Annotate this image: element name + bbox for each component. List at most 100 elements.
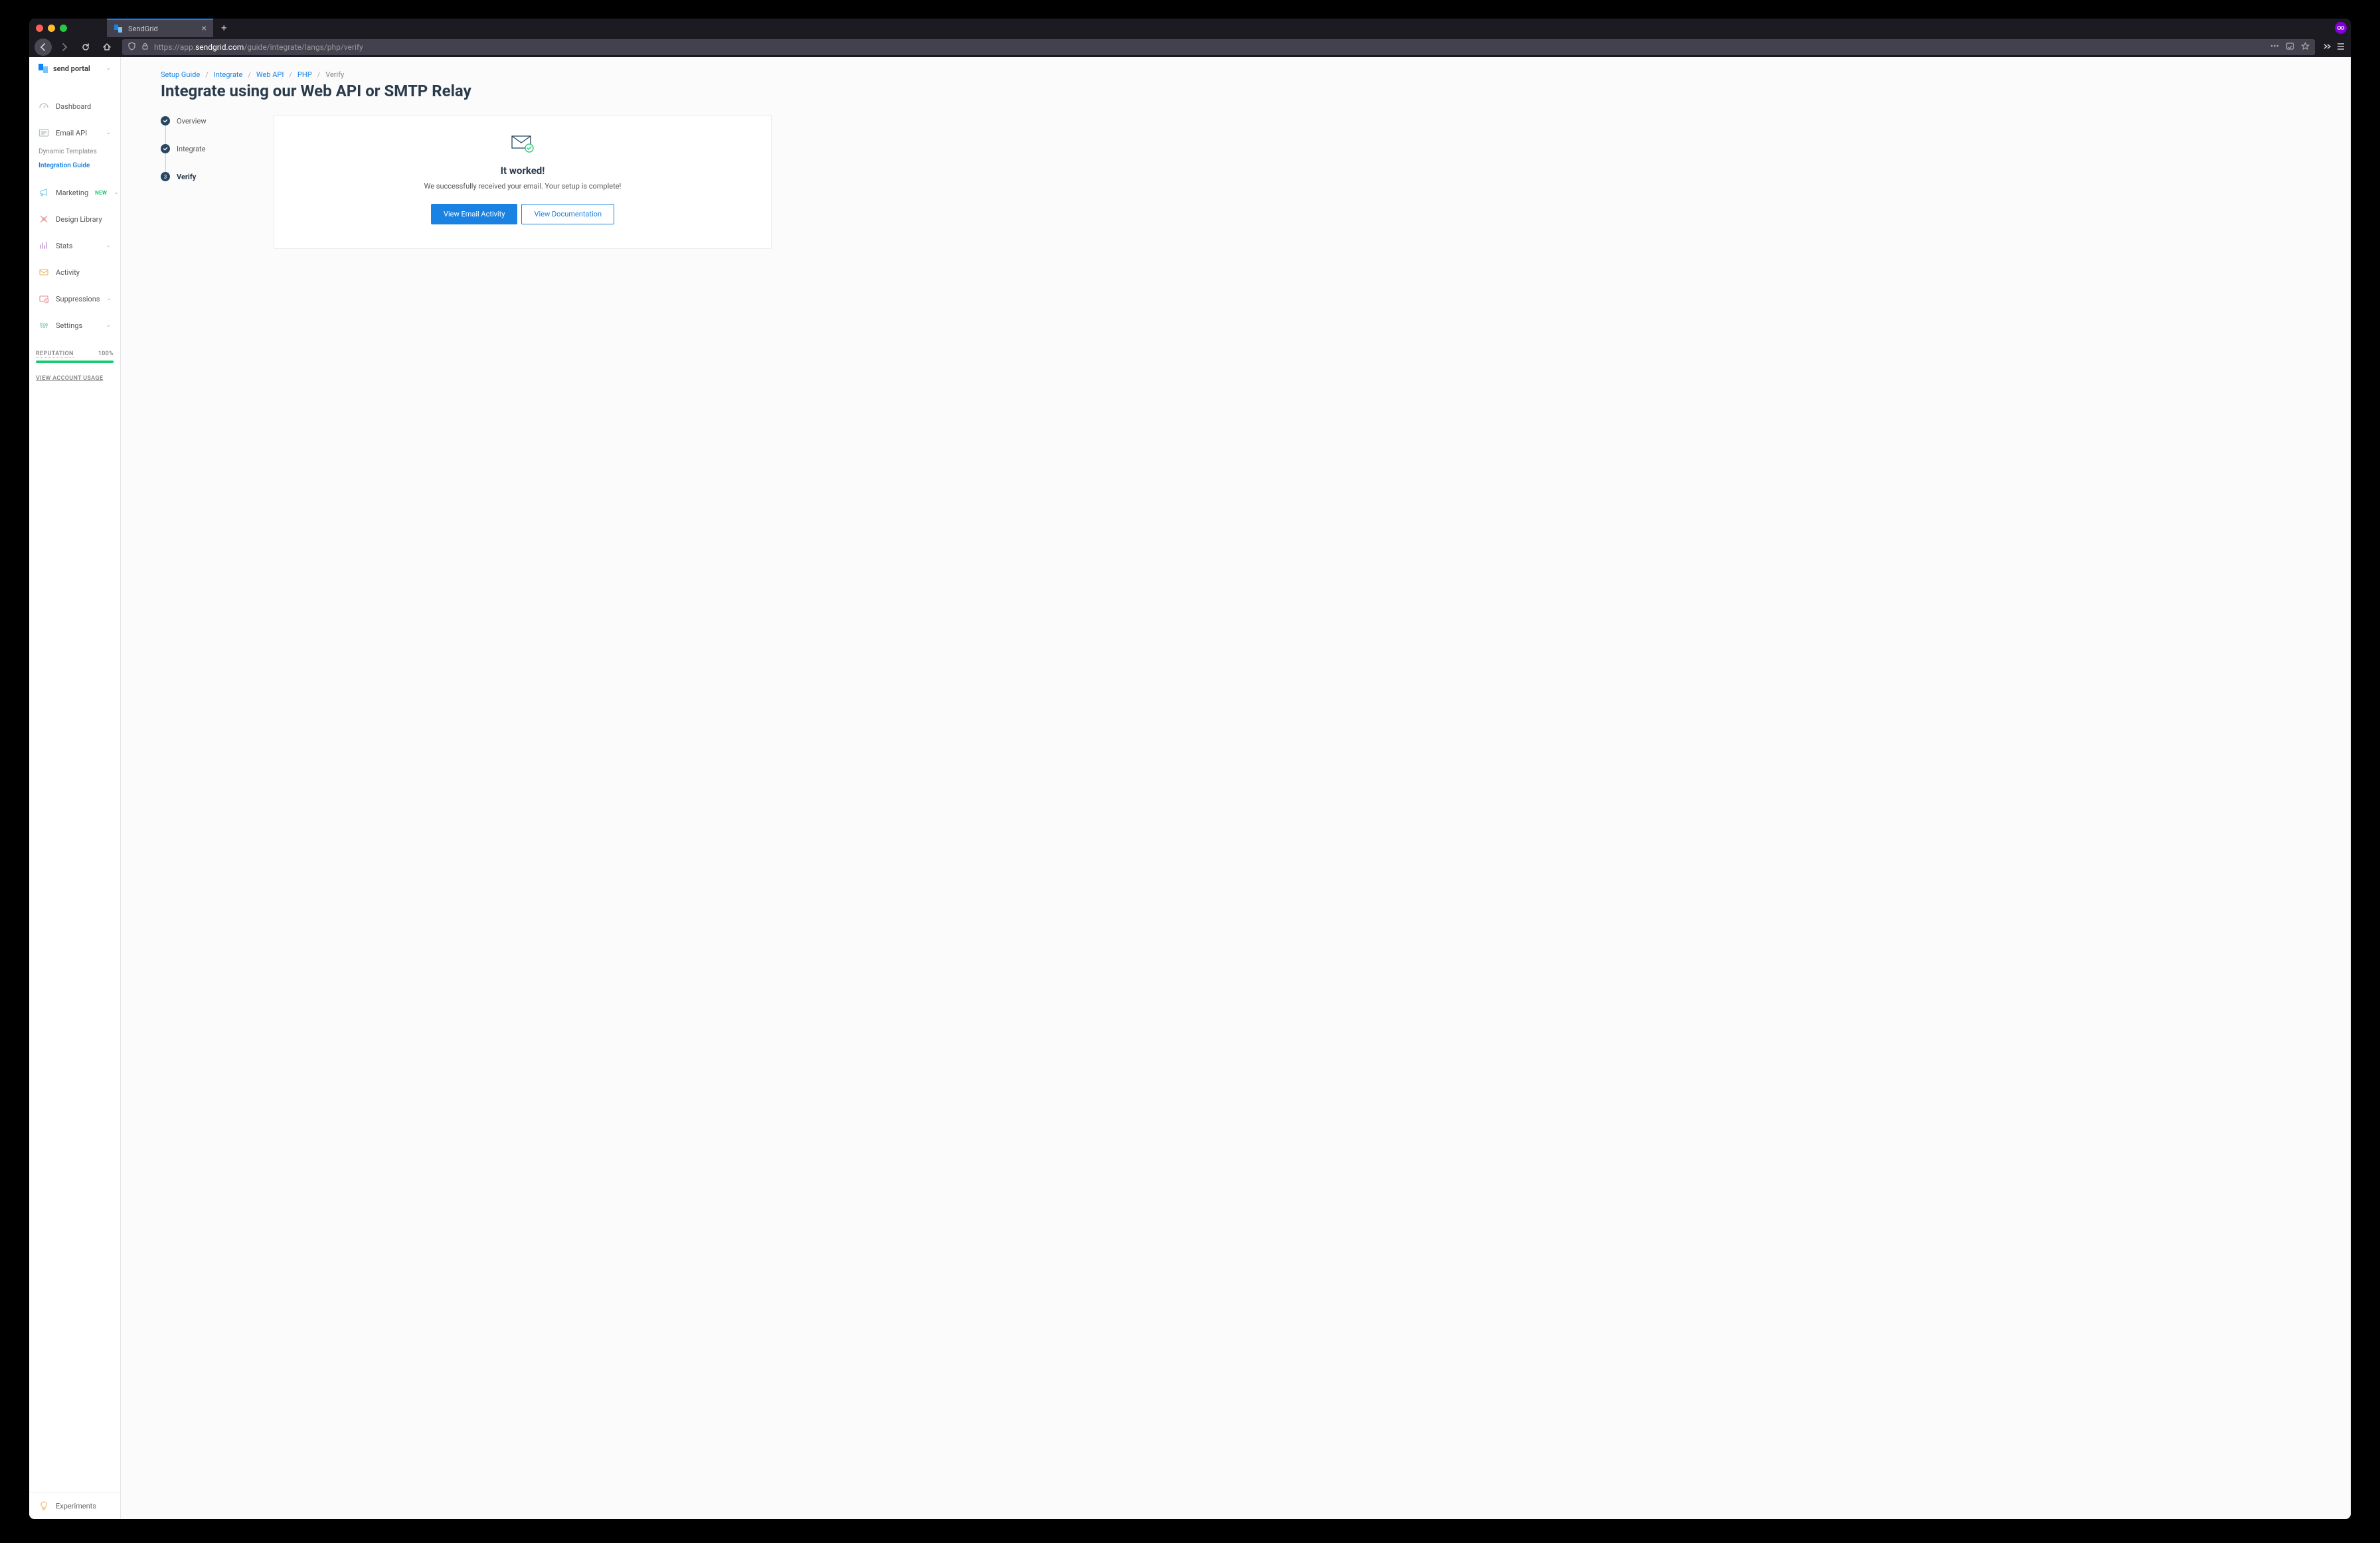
suppressions-icon [39, 293, 49, 304]
step-check-icon [161, 116, 170, 125]
chevron-down-icon: ⌄ [106, 65, 111, 72]
breadcrumb-separator: / [317, 70, 321, 79]
email-api-icon [39, 127, 49, 138]
reputation-label: REPUTATION [36, 351, 74, 358]
reputation-meter: REPUTATION 100% [36, 351, 114, 363]
reputation-value: 100% [98, 351, 114, 358]
nav-design-library[interactable]: Design Library [29, 206, 120, 232]
browser-tab[interactable]: SendGrid × [107, 19, 213, 37]
sidebar: send portal ⌄ Dashboard Email API ⌄ [29, 57, 121, 1519]
activity-icon [39, 267, 49, 278]
forward-button[interactable] [56, 39, 73, 56]
url-prefix: https://app. [154, 42, 195, 52]
nav-section: Dashboard Email API ⌄ Dynamic Templates … [29, 93, 120, 339]
breadcrumb-php[interactable]: PHP [298, 70, 312, 79]
browser-window: SendGrid × + https: [29, 19, 2351, 1519]
nav-suppressions[interactable]: Suppressions ⌄ [29, 285, 120, 312]
reader-icon[interactable] [2286, 42, 2294, 53]
breadcrumb-setup-guide[interactable]: Setup Guide [161, 70, 200, 79]
nav-stats[interactable]: Stats ⌄ [29, 232, 120, 259]
breadcrumb-web-api[interactable]: Web API [256, 70, 284, 79]
breadcrumb-separator: / [289, 70, 292, 79]
tab-close-icon[interactable]: × [202, 23, 207, 34]
email-api-subitems: Dynamic Templates Integration Guide [29, 146, 120, 179]
main-content: Setup Guide / Integrate / Web API / PHP … [121, 57, 2351, 1519]
chevron-down-icon: ⌄ [106, 322, 111, 329]
nav-marketing[interactable]: Marketing NEW ⌄ [29, 179, 120, 206]
tracking-shield-icon[interactable] [128, 42, 136, 52]
breadcrumb-integrate[interactable]: Integrate [214, 70, 243, 79]
home-button[interactable] [98, 39, 116, 56]
overflow-icon[interactable] [2322, 41, 2331, 54]
url-text: https://app.sendgrid.com/guide/integrate… [154, 42, 363, 52]
bookmark-icon[interactable] [2301, 42, 2310, 53]
lightbulb-icon [39, 1501, 49, 1511]
window-maximize-button[interactable] [60, 25, 67, 32]
nav-settings-label: Settings [56, 321, 99, 330]
incognito-icon [2335, 22, 2347, 34]
url-bar[interactable]: https://app.sendgrid.com/guide/integrate… [122, 39, 2315, 55]
breadcrumb: Setup Guide / Integrate / Web API / PHP … [161, 70, 2311, 79]
window-close-button[interactable] [36, 25, 43, 32]
view-documentation-button[interactable]: View Documentation [521, 204, 614, 224]
nav-stats-label: Stats [56, 242, 99, 250]
nav-experiments-label: Experiments [56, 1502, 96, 1510]
org-selector[interactable]: send portal ⌄ [29, 57, 120, 77]
breadcrumb-current: Verify [325, 70, 344, 79]
url-actions: ••• [2270, 42, 2310, 53]
toolbar-right [2322, 41, 2345, 54]
step-integrate-label: Integrate [177, 145, 206, 153]
reload-button[interactable] [77, 39, 94, 56]
org-name: send portal [53, 64, 100, 73]
back-button[interactable] [35, 39, 52, 56]
chevron-down-icon: ⌄ [114, 189, 119, 196]
lock-icon[interactable] [141, 42, 149, 52]
chevron-down-icon: ⌄ [106, 295, 112, 302]
card-description: We successfully received your email. You… [424, 182, 622, 191]
nav-activity-label: Activity [56, 268, 111, 277]
view-account-usage-link[interactable]: VIEW ACCOUNT USAGE [36, 375, 114, 382]
view-email-activity-button[interactable]: View Email Activity [431, 204, 517, 224]
new-tab-button[interactable]: + [221, 22, 227, 34]
nav-experiments[interactable]: Experiments [29, 1492, 120, 1519]
dashboard-icon [39, 101, 49, 112]
url-path: /guide/integrate/langs/php/verify [244, 42, 363, 52]
window-controls [36, 25, 67, 32]
chevron-down-icon: ⌄ [106, 242, 111, 249]
nav-marketing-label: Marketing [56, 189, 88, 197]
new-badge: NEW [95, 190, 107, 196]
nav-dynamic-templates[interactable]: Dynamic Templates [36, 146, 120, 157]
card-buttons: View Email Activity View Documentation [431, 204, 614, 224]
step-connector [165, 153, 166, 172]
nav-settings[interactable]: Settings ⌄ [29, 312, 120, 339]
stats-icon [39, 240, 49, 251]
nav-activity[interactable]: Activity [29, 259, 120, 285]
stepper: Overview Integrate 3 Verify [161, 115, 234, 249]
reputation-bar [36, 361, 114, 363]
step-check-icon [161, 144, 170, 153]
page-actions-icon[interactable]: ••• [2270, 42, 2279, 53]
nav-dashboard[interactable]: Dashboard [29, 93, 120, 120]
url-domain: sendgrid.com [195, 42, 244, 52]
org-logo-icon [39, 64, 48, 73]
nav-dashboard-label: Dashboard [56, 102, 111, 111]
viewport: send portal ⌄ Dashboard Email API ⌄ [29, 57, 2351, 1519]
step-overview: Overview [161, 116, 234, 125]
nav-email-api[interactable]: Email API ⌄ [29, 120, 120, 146]
menu-icon[interactable] [2336, 41, 2345, 54]
breadcrumb-separator: / [248, 70, 251, 79]
step-overview-label: Overview [177, 117, 207, 125]
window-minimize-button[interactable] [48, 25, 55, 32]
breadcrumb-separator: / [205, 70, 209, 79]
nav-design-library-label: Design Library [56, 215, 111, 224]
step-connector [165, 125, 166, 144]
design-library-icon [39, 214, 49, 224]
content-row: Overview Integrate 3 Verify [161, 115, 2311, 249]
nav-suppressions-label: Suppressions [56, 295, 100, 303]
nav-email-api-label: Email API [56, 129, 99, 137]
step-verify-label: Verify [177, 173, 196, 181]
card-title: It worked! [501, 165, 545, 177]
page-title: Integrate using our Web API or SMTP Rela… [161, 82, 2311, 100]
browser-toolbar: https://app.sendgrid.com/guide/integrate… [29, 37, 2351, 57]
nav-integration-guide[interactable]: Integration Guide [36, 160, 120, 171]
